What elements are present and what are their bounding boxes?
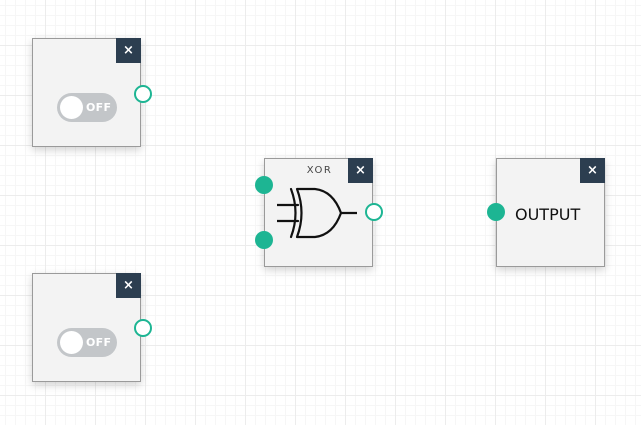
toggle-knob[interactable]: [60, 331, 83, 354]
output-port[interactable]: [134, 319, 152, 337]
toggle-switch[interactable]: OFF: [57, 328, 117, 357]
switch-node-a[interactable]: × OFF: [32, 38, 152, 147]
toggle-state-label: OFF: [86, 336, 112, 349]
close-button[interactable]: ×: [580, 158, 605, 183]
close-button[interactable]: ×: [348, 158, 373, 183]
toggle-knob[interactable]: [60, 96, 83, 119]
close-button[interactable]: ×: [116, 273, 141, 298]
xor-gate-icon: [277, 187, 357, 239]
close-icon[interactable]: ×: [123, 278, 134, 293]
output-node[interactable]: × OUTPUT: [487, 158, 605, 267]
input-port-a[interactable]: [255, 176, 273, 194]
switch-node-b[interactable]: × OFF: [32, 273, 152, 382]
input-port[interactable]: [487, 203, 505, 221]
toggle-state-label: OFF: [86, 101, 112, 114]
output-label: OUTPUT: [515, 205, 581, 224]
output-port[interactable]: [134, 85, 152, 103]
toggle-switch[interactable]: OFF: [57, 93, 117, 122]
close-button[interactable]: ×: [116, 38, 141, 63]
output-port[interactable]: [365, 203, 383, 221]
close-icon[interactable]: ×: [123, 43, 134, 58]
close-icon[interactable]: ×: [587, 163, 598, 178]
xor-gate-node[interactable]: XOR ×: [255, 158, 383, 267]
circuit-canvas[interactable]: × OFF × OFF XOR × × OUTPUT: [0, 0, 641, 425]
close-icon[interactable]: ×: [355, 163, 366, 178]
input-port-b[interactable]: [255, 231, 273, 249]
